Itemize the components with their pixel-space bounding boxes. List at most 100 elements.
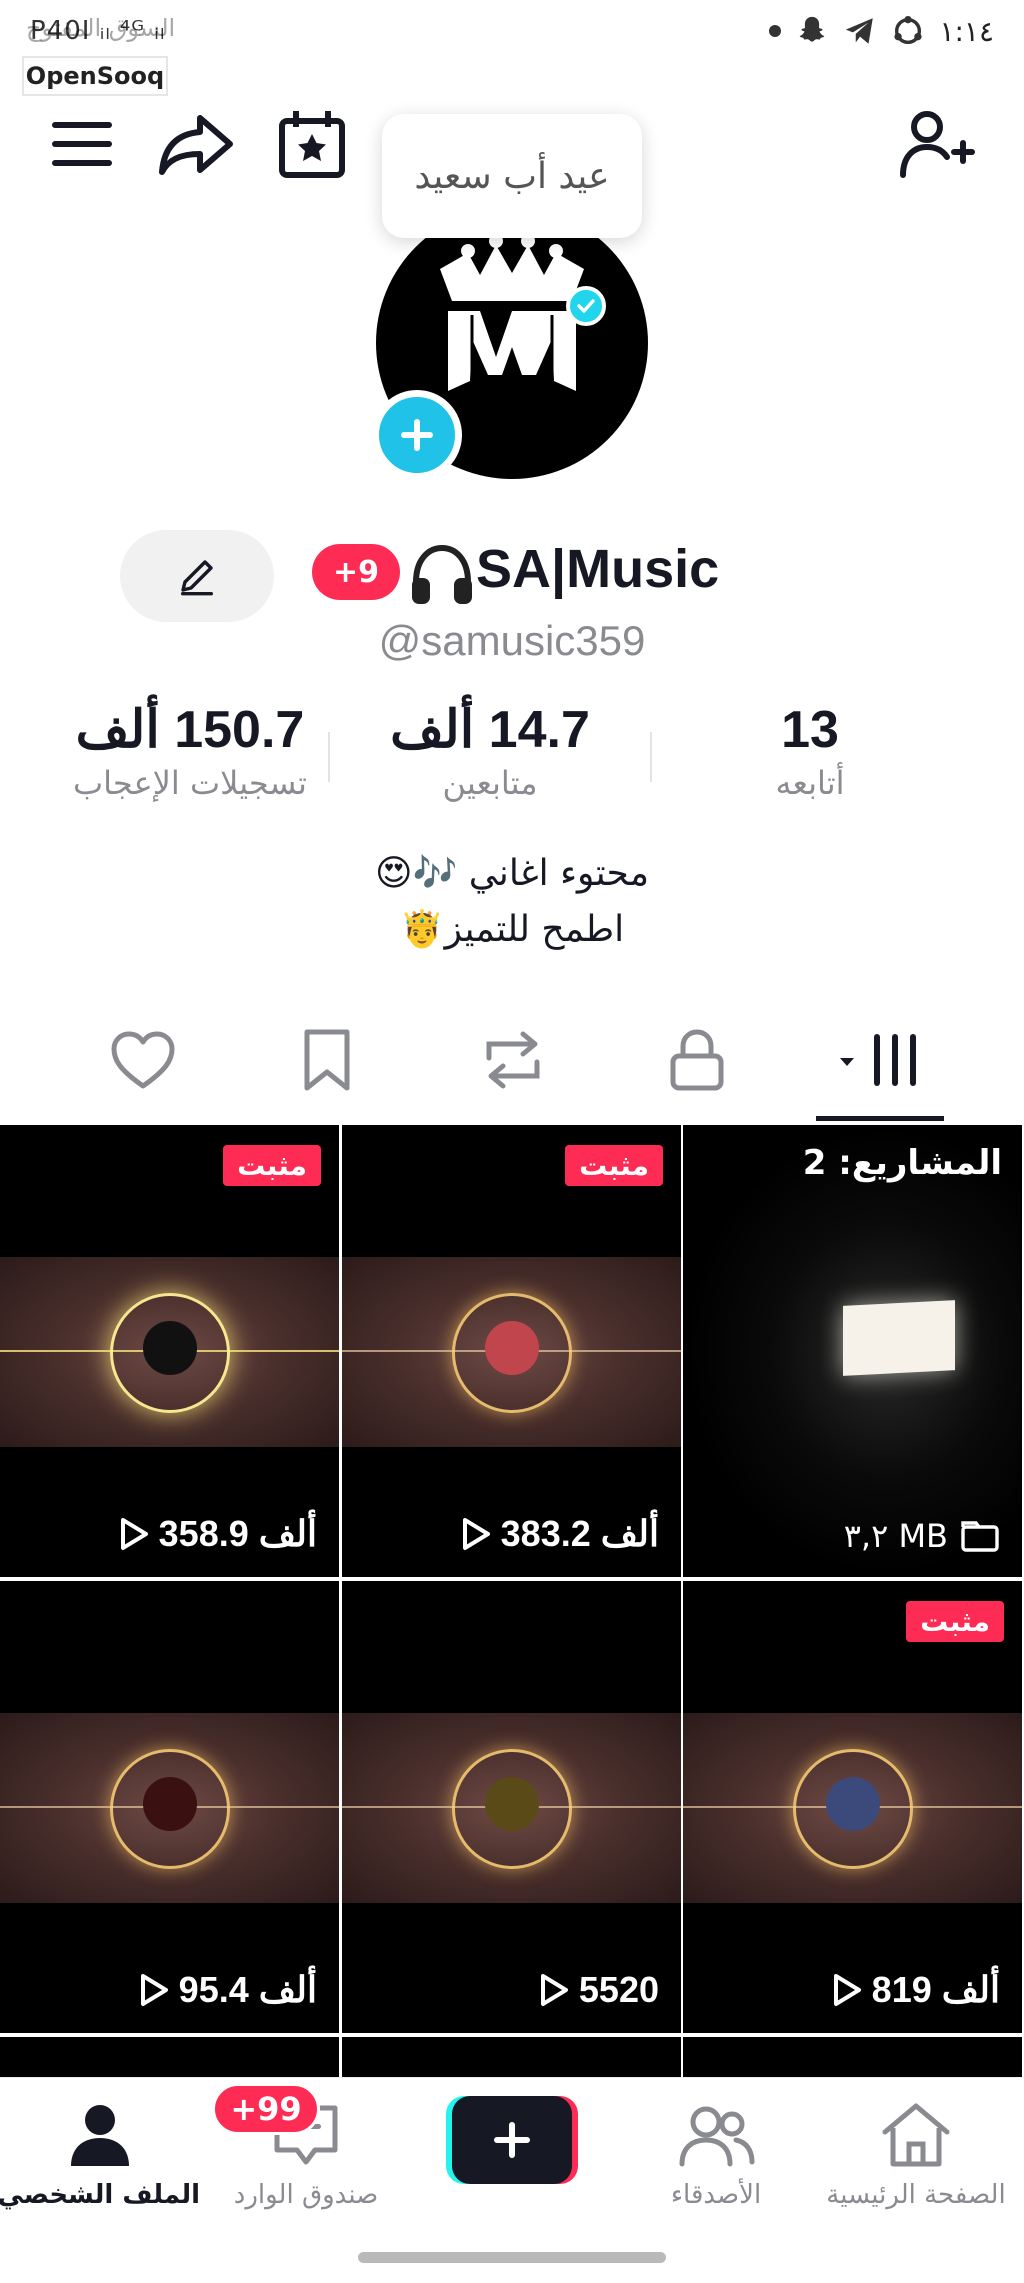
pencil-icon: [181, 560, 213, 596]
clock: ١:١٤: [939, 14, 994, 48]
plus-icon: [494, 2122, 530, 2158]
video-cell[interactable]: مثبت 383.2 ألف: [342, 1125, 681, 1577]
add-story-button[interactable]: [372, 390, 462, 480]
calendar-star-icon[interactable]: [272, 104, 352, 184]
bookmark-icon: [304, 1029, 350, 1091]
visualizer-disc: [143, 1777, 197, 1831]
add-friend-icon[interactable]: [898, 104, 978, 184]
stat-likes[interactable]: 150.7 ألف تسجيلات الإعجاب: [50, 700, 330, 802]
heart-icon: [111, 1031, 175, 1089]
home-icon: [882, 2103, 950, 2167]
verified-badge-icon: [566, 286, 606, 326]
menu-icon[interactable]: [42, 104, 122, 184]
play-icon: [140, 1974, 168, 2006]
edit-profile-button[interactable]: [120, 530, 274, 622]
video-cell[interactable]: مثبت 358.9 ألف: [0, 1125, 339, 1577]
watermark: السوق المفتوح: [26, 14, 176, 42]
profile-handle: @samusic359: [378, 617, 646, 664]
stat-likes-label: تسجيلات الإعجاب: [73, 764, 307, 802]
tab-videos[interactable]: [820, 1020, 944, 1100]
notification-dot: [769, 25, 782, 37]
visualizer-disc: [143, 1321, 197, 1375]
stat-following-label: أتابعه: [775, 764, 845, 802]
view-count-text: 95.4 ألف: [178, 1969, 317, 2010]
video-thumbnail: [0, 1257, 339, 1447]
stat-following[interactable]: 13 أتابعه: [760, 700, 860, 802]
nav-home-label: الصفحة الرئيسية: [826, 2180, 1006, 2210]
play-icon: [540, 1974, 568, 2006]
nav-home[interactable]: الصفحة الرئيسية: [816, 2100, 1016, 2210]
inbox-badge: +99: [212, 2083, 320, 2135]
drafts-size: ٣,٢ MB: [844, 1517, 1000, 1555]
nav-inbox-label: صندوق الوارد: [233, 2180, 379, 2210]
status-right: ١:١٤: [769, 14, 994, 48]
pinned-badge: مثبت: [223, 1145, 321, 1186]
profile-icon: [71, 2105, 129, 2166]
nav-friends-label: الأصدقاء: [670, 2180, 762, 2210]
drafts-screen: [843, 1300, 955, 1376]
nav-friends[interactable]: الأصدقاء: [616, 2100, 816, 2210]
pinned-badge: مثبت: [906, 1601, 1004, 1642]
play-icon: [120, 1518, 148, 1550]
video-cell[interactable]: 5520: [342, 1581, 681, 2033]
video-cell[interactable]: [0, 2037, 339, 2077]
profile-name: SA|Music: [476, 539, 720, 599]
stat-divider: [650, 732, 652, 782]
opensooq-logo: OpenSooq: [22, 56, 168, 96]
play-icon: [462, 1518, 490, 1550]
visualizer-disc: [826, 1777, 880, 1831]
video-cell[interactable]: مثبت 819 ألف: [683, 1581, 1022, 2033]
stat-followers[interactable]: 14.7 ألف متابعين: [390, 700, 590, 802]
snapchat-icon: [800, 16, 825, 42]
repost-icon: [486, 1031, 540, 1089]
bio-line-2: اطمح للتميز🤴: [399, 909, 625, 950]
drafts-size-text: ٣,٢ MB: [843, 1517, 948, 1555]
video-thumbnail: [683, 1713, 1022, 1903]
share-icon[interactable]: [156, 104, 236, 184]
view-count: 95.4 ألف: [139, 1969, 317, 2011]
view-count-text: 358.9 ألف: [158, 1513, 317, 1554]
video-cell[interactable]: [683, 2037, 1022, 2077]
view-count: 5520: [539, 1969, 659, 2011]
nav-profile-label: الملف الشخصي: [0, 2180, 200, 2210]
bio-line-1: محتوء اغاني 🎶😍: [375, 853, 649, 894]
play-icon: [833, 1974, 861, 2006]
video-cell[interactable]: [342, 2037, 681, 2077]
video-thumbnail: [342, 1257, 681, 1447]
stat-likes-number: 150.7 ألف: [75, 701, 305, 759]
tab-private[interactable]: [652, 1020, 742, 1100]
video-thumbnail: [0, 1713, 339, 1903]
grid-icon: [840, 1034, 916, 1086]
drafts-title: المشاريع: 2: [802, 1143, 1002, 1183]
video-cell[interactable]: 95.4 ألف: [0, 1581, 339, 2033]
sync-icon: [894, 15, 923, 45]
drafts-cell[interactable]: المشاريع: 2 ٣,٢ MB: [683, 1125, 1022, 1577]
view-count: 383.2 ألف: [461, 1513, 659, 1555]
lock-icon: [670, 1029, 724, 1091]
visualizer-disc: [485, 1321, 539, 1375]
view-count-text: 819 ألف: [871, 1969, 1000, 2010]
plus-icon: [401, 419, 433, 451]
headphones-icon: [408, 540, 476, 608]
home-indicator[interactable]: [358, 2252, 666, 2263]
friends-icon: [679, 2106, 755, 2167]
view-count-text: 5520: [578, 1969, 659, 2010]
pinned-badge: مثبت: [565, 1145, 663, 1186]
nav-profile[interactable]: الملف الشخصي: [0, 2100, 200, 2210]
stat-followers-label: متابعين: [442, 764, 538, 802]
tab-reposts[interactable]: [468, 1020, 558, 1100]
tab-liked[interactable]: [98, 1020, 188, 1100]
tab-favorites[interactable]: [282, 1020, 372, 1100]
folder-icon: [961, 1521, 999, 1552]
stat-followers-number: 14.7 ألف: [390, 701, 590, 759]
video-thumbnail: [342, 1713, 681, 1903]
view-count: 358.9 ألف: [119, 1513, 317, 1555]
notification-badge[interactable]: +9: [312, 544, 400, 600]
nickname-tooltip: عيد أب سعيد: [382, 114, 642, 238]
view-count-text: 383.2 ألف: [500, 1513, 659, 1554]
active-tab-indicator: [816, 1116, 944, 1121]
create-button-face: [452, 2096, 572, 2184]
create-button[interactable]: [446, 2096, 578, 2184]
view-count: 819 ألف: [832, 1969, 1000, 2011]
visualizer-disc: [485, 1777, 539, 1831]
